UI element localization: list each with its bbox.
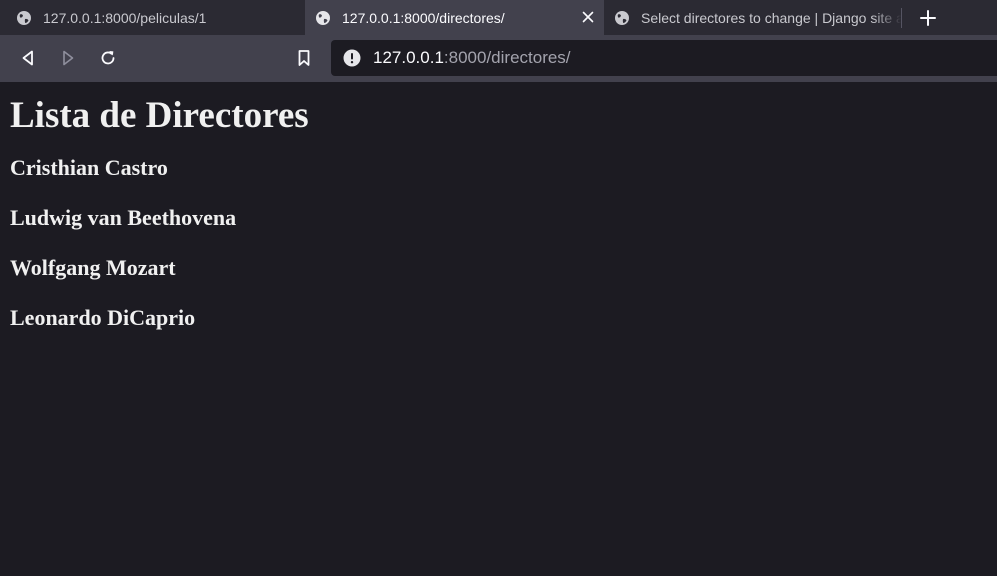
page-content: Lista de Directores Cristhian Castro Lud… bbox=[0, 82, 997, 576]
tab-divider bbox=[901, 8, 902, 28]
nav-toolbar: 127.0.0.1:8000/directores/ bbox=[0, 35, 997, 82]
tab-directores[interactable]: 127.0.0.1:8000/directores/ bbox=[305, 0, 604, 35]
back-arrow-icon bbox=[22, 50, 33, 66]
site-info-icon[interactable] bbox=[343, 49, 361, 67]
globe-icon bbox=[615, 10, 629, 25]
new-tab-button[interactable] bbox=[916, 6, 940, 30]
tab-django-admin[interactable]: Select directores to change | Django sit… bbox=[604, 0, 902, 35]
tab-title: 127.0.0.1:8000/peliculas/1 bbox=[43, 9, 207, 26]
director-list: Cristhian Castro Ludwig van Beethovena W… bbox=[10, 155, 997, 331]
plus-icon bbox=[920, 10, 936, 26]
list-item: Ludwig van Beethovena bbox=[10, 205, 237, 230]
url-path: :8000/directores/ bbox=[443, 48, 571, 67]
list-item: Cristhian Castro bbox=[10, 155, 168, 180]
address-bar[interactable]: 127.0.0.1:8000/directores/ bbox=[331, 40, 997, 76]
tab-strip: 127.0.0.1:8000/peliculas/1 127.0.0.1:800… bbox=[0, 0, 997, 35]
bookmark-button[interactable] bbox=[292, 46, 316, 70]
page-title: Lista de Directores bbox=[10, 95, 309, 136]
forward-button[interactable] bbox=[56, 46, 80, 70]
reload-icon bbox=[101, 51, 115, 65]
tab-title-fade bbox=[872, 0, 902, 35]
forward-arrow-icon bbox=[63, 50, 74, 66]
bookmark-icon bbox=[298, 50, 310, 66]
reload-button[interactable] bbox=[96, 46, 120, 70]
url-host: 127.0.0.1 bbox=[373, 48, 444, 67]
back-button[interactable] bbox=[16, 46, 40, 70]
tab-title: Select directores to change | Django sit… bbox=[641, 9, 902, 26]
globe-icon bbox=[17, 10, 31, 25]
tab-title: 127.0.0.1:8000/directores/ bbox=[342, 9, 505, 26]
tab-peliculas[interactable]: 127.0.0.1:8000/peliculas/1 bbox=[0, 0, 305, 35]
list-item: Leonardo DiCaprio bbox=[10, 305, 196, 330]
close-icon[interactable] bbox=[580, 9, 596, 25]
list-item: Wolfgang Mozart bbox=[10, 255, 176, 280]
globe-icon bbox=[316, 10, 330, 25]
